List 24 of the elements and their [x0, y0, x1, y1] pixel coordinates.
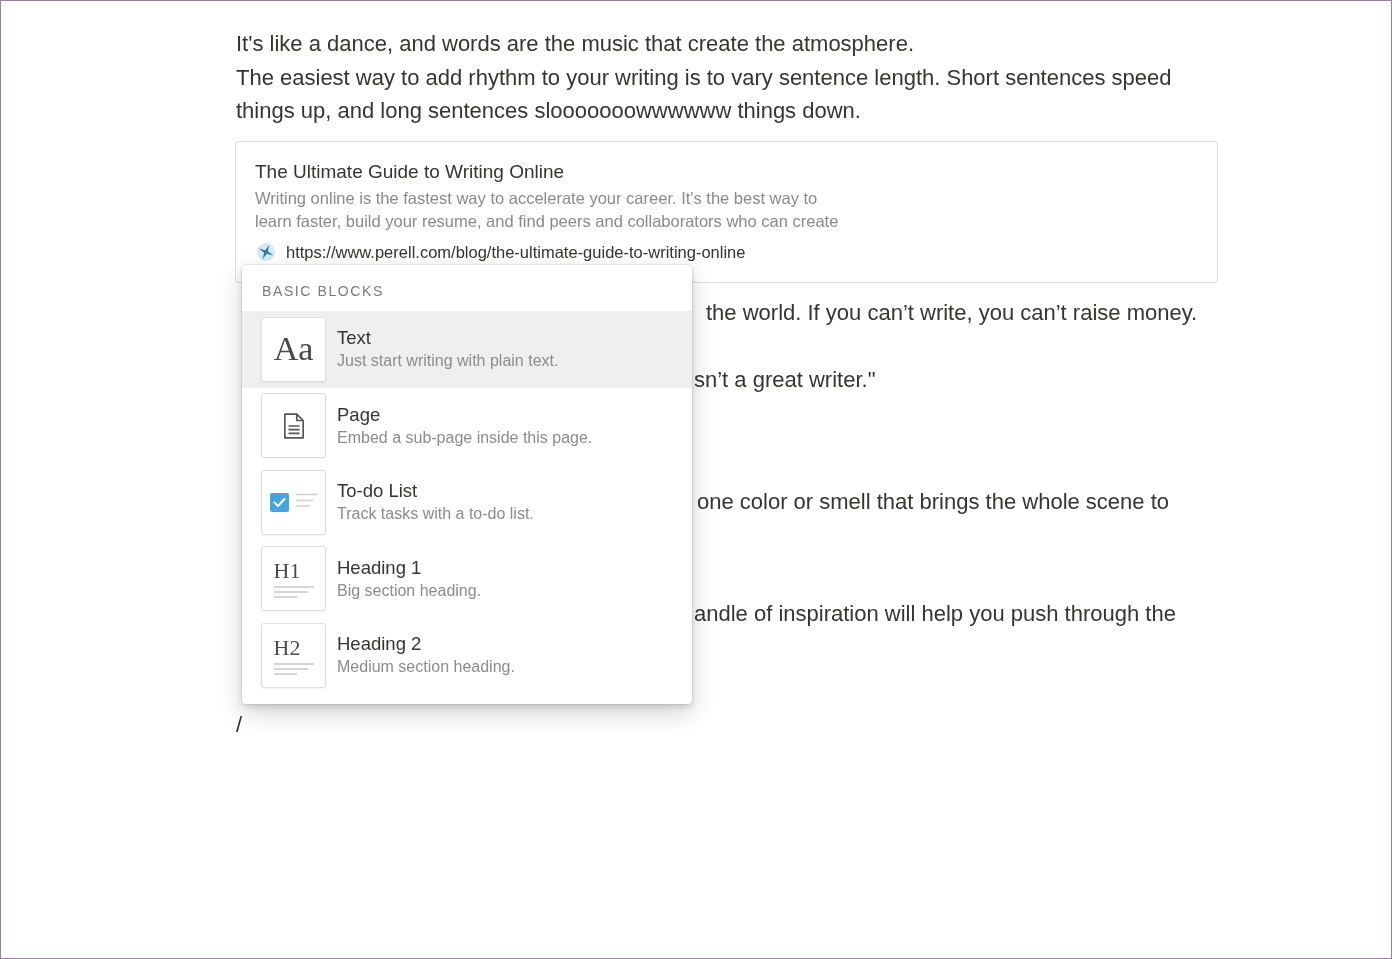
- menu-section-header: BASIC BLOCKS: [261, 282, 385, 301]
- compass-icon: [257, 242, 275, 261]
- tile-label: H2: [273, 635, 301, 660]
- body-text: sn’t a great writer.": [694, 366, 876, 392]
- text-lines-icon: [273, 662, 314, 675]
- bookmark-description: Writing online is the fastest way to accelerate your career. It's the best way to learn faster, build your resume, and find peers and collaborators who can create: [255, 187, 840, 232]
- menu-item[interactable]: Page Embed a sub-page inside this page.: [242, 387, 692, 464]
- body-text: andle of inspiration will help you push through the: [694, 600, 1176, 626]
- document-icon: [282, 412, 305, 439]
- checkbox-list-icon: [269, 492, 318, 512]
- body-text: one color or smell that brings the whole scene to: [697, 488, 1170, 514]
- tile-label: Aa: [273, 331, 314, 368]
- body-text: It's like a dance, and words are the music that create the atmosphere.: [236, 30, 915, 58]
- typed-slash: /: [236, 711, 243, 737]
- bookmark-title: The Ultimate Guide to Writing Online: [255, 159, 566, 184]
- tile-label: H1: [273, 559, 301, 584]
- body-text: the world. If you can’t write, you can’t raise money.: [706, 299, 1198, 325]
- menu-item[interactable]: Aa Text Just start writing with plain text.: [242, 311, 692, 388]
- body-text: The easiest way to add rhythm to your writing is to vary sentence length. Short sentences speed things up, and long sentences slooooooowwwwww things down.: [236, 63, 1173, 125]
- menu-item[interactable]: To-do List Track tasks with a to-do list.: [242, 464, 692, 541]
- text-lines-icon: [273, 586, 314, 599]
- menu-item[interactable]: H2 Heading 2 Medium section heading.: [242, 617, 692, 694]
- bookmark-url: https://www.perell.com/blog/the-ultimate-guide-to-writing-online: [286, 241, 746, 263]
- menu-item[interactable]: H1 Heading 1 Big section heading.: [242, 540, 692, 617]
